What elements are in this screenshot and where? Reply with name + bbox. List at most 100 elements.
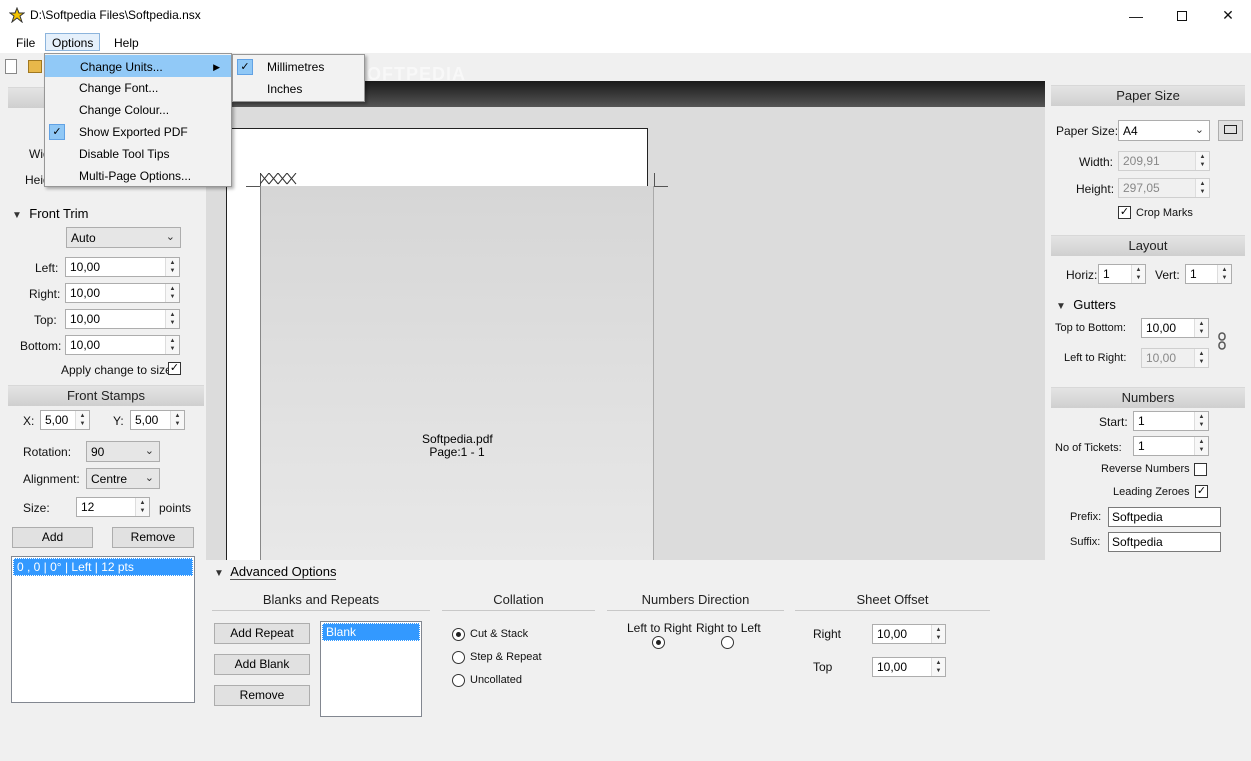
menu-item-disable-tooltips[interactable]: Disable Tool Tips [45,143,231,165]
step-repeat-radio[interactable] [452,651,465,664]
front-trim-toggle[interactable]: ▼ Front Trim [12,206,88,221]
menu-item-show-exported-pdf[interactable]: ✓ Show Exported PDF [45,121,231,143]
maximize-icon [1177,10,1187,21]
trim-left-input[interactable]: 10,00 ▲ ▼ [65,257,180,277]
menu-item-change-units[interactable]: Change Units... ▶ [45,55,231,77]
apply-change-checkbox[interactable]: ✓ [168,362,181,375]
spinner-arrows-icon[interactable]: ▲ ▼ [1195,179,1209,197]
menu-file[interactable]: File [10,34,41,52]
menu-options[interactable]: Options [45,33,101,51]
remove-blank-button[interactable]: Remove [214,685,310,706]
minimize-button[interactable]: — [1113,0,1159,31]
start-label: Start: [1099,415,1128,429]
paper-width-label: Width: [1079,155,1114,169]
open-folder-icon[interactable] [28,60,42,73]
add-blank-button[interactable]: Add Blank [214,654,310,675]
horiz-input[interactable]: 1 ▲ ▼ [1098,264,1146,284]
add-repeat-button[interactable]: Add Repeat [214,623,310,644]
paper-size-select[interactable]: A4 ⌄ [1118,120,1210,141]
ltr-direction-radio[interactable] [652,636,665,649]
trim-right-value: 10,00 [70,286,101,300]
menu-item-millimetres[interactable]: ✓ Millimetres [233,56,364,78]
spinner-arrows-icon[interactable]: ▲ ▼ [165,284,179,302]
spinner-arrows-icon[interactable]: ▲ ▼ [165,258,179,276]
blanks-list[interactable]: Blank [320,621,422,717]
suffix-input[interactable]: Softpedia [1108,532,1221,552]
menu-item-multipage-options[interactable]: Multi-Page Options... [45,165,231,187]
prefix-input[interactable]: Softpedia [1108,507,1221,527]
rtl-direction-radio[interactable] [721,636,734,649]
stamp-y-input[interactable]: 5,00 ▲ ▼ [130,410,185,430]
spinner-arrows-icon[interactable]: ▲ ▼ [1217,265,1231,283]
spinner-arrows-icon[interactable]: ▲ ▼ [1194,437,1208,455]
spinner-arrows-icon[interactable]: ▲ ▼ [170,411,184,429]
trim-bottom-input[interactable]: 10,00 ▲ ▼ [65,335,180,355]
trim-top-input[interactable]: 10,00 ▲ ▼ [65,309,180,329]
menu-help[interactable]: Help [108,34,145,52]
stamp-x-input[interactable]: 5,00 ▲ ▼ [40,410,90,430]
offset-top-input[interactable]: 10,00 ▲ ▼ [872,657,946,677]
paper-height-input[interactable]: 297,05 ▲ ▼ [1118,178,1210,198]
reverse-checkbox[interactable] [1194,463,1207,476]
spinner-arrows-icon[interactable]: ▲ ▼ [1194,349,1208,367]
ttb-input[interactable]: 10,00 ▲ ▼ [1141,318,1209,338]
spinner-arrows-icon[interactable]: ▲ ▼ [931,625,945,643]
spinner-arrows-icon[interactable]: ▲ ▼ [135,498,149,516]
add-stamp-button[interactable]: Add [12,527,93,548]
list-item[interactable]: 0 , 0 | 0° | Left | 12 pts [13,558,193,576]
trim-left-label: Left: [35,261,59,275]
crop-mark [654,173,655,186]
change-units-label: Change Units... [80,60,163,74]
offset-right-input[interactable]: 10,00 ▲ ▼ [872,624,946,644]
rtl-direction-label: Right to Left [696,621,761,635]
spinner-arrows-icon[interactable]: ▲ ▼ [165,336,179,354]
spinner-arrows-icon[interactable]: ▲ ▼ [1194,319,1208,337]
spinner-arrows-icon[interactable]: ▲ ▼ [165,310,179,328]
rotation-label: Rotation: [23,445,72,459]
maximize-button[interactable] [1159,0,1205,31]
alignment-select[interactable]: Centre ⌄ [86,468,160,489]
remove-stamp-button[interactable]: Remove [112,527,194,548]
apply-change-label: Apply change to size [61,363,172,377]
offset-right-value: 10,00 [877,627,908,641]
chevron-down-icon: ⌄ [165,231,175,243]
stamp-list[interactable]: 0 , 0 | 0° | Left | 12 pts [11,556,195,703]
trim-mode-select[interactable]: Auto ⌄ [66,227,181,248]
paper-height-label: Height: [1076,182,1115,196]
spinner-arrows-icon[interactable]: ▲ ▼ [931,658,945,676]
ticket-filename: Softpedia.pdf [422,432,493,446]
paper-width-input[interactable]: 209,91 ▲ ▼ [1118,151,1210,171]
orientation-button[interactable] [1218,120,1243,141]
menu-item-change-font[interactable]: Change Font... [45,77,231,99]
gutters-toggle[interactable]: ▼ Gutters [1056,297,1116,312]
ltr-input[interactable]: 10,00 ▲ ▼ [1141,348,1209,368]
cut-stack-radio[interactable] [452,628,465,641]
rotation-select[interactable]: 90 ⌄ [86,441,160,462]
size-input[interactable]: 12 ▲ ▼ [76,497,150,517]
uncollated-radio[interactable] [452,674,465,687]
ticket-page: Page:1 - 1 [429,445,485,459]
start-input[interactable]: 1 ▲ ▼ [1133,411,1209,431]
link-chain-icon[interactable] [1217,332,1227,350]
vert-input[interactable]: 1 ▲ ▼ [1185,264,1232,284]
menu-item-change-colour[interactable]: Change Colour... [45,99,231,121]
menu-item-inches[interactable]: Inches [233,78,364,100]
paper-size-label: Paper Size: [1056,124,1119,138]
crop-marks-checkbox[interactable]: ✓ [1118,206,1131,219]
size-unit-label: points [159,501,192,515]
close-button[interactable]: ✕ [1205,0,1251,31]
ltr-label: Left to Right: [1064,352,1127,364]
tickets-input[interactable]: 1 ▲ ▼ [1133,436,1209,456]
spinner-arrows-icon[interactable]: ▲ ▼ [1131,265,1145,283]
trim-top-value: 10,00 [70,312,101,326]
collation-title: Collation [442,592,595,611]
cross-marks [259,172,300,185]
spinner-arrows-icon[interactable]: ▲ ▼ [75,411,89,429]
trim-right-input[interactable]: 10,00 ▲ ▼ [65,283,180,303]
leading-checkbox[interactable]: ✓ [1195,485,1208,498]
list-item[interactable]: Blank [322,623,420,641]
new-file-icon[interactable] [5,59,17,74]
advanced-toggle[interactable]: ▼ Advanced Options [214,564,337,580]
spinner-arrows-icon[interactable]: ▲ ▼ [1194,412,1208,430]
spinner-arrows-icon[interactable]: ▲ ▼ [1195,152,1209,170]
